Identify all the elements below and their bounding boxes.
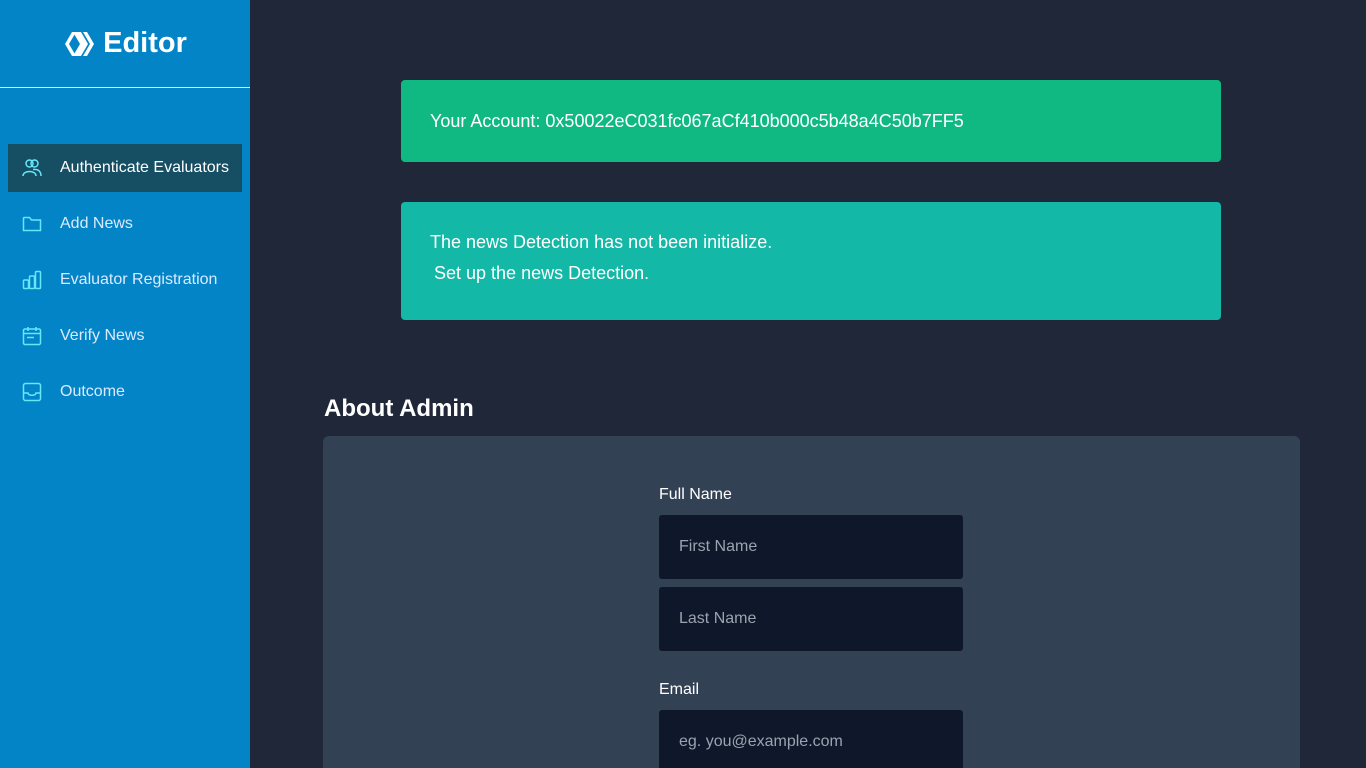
sidebar-item-evaluator-registration[interactable]: Evaluator Registration — [8, 256, 242, 304]
about-admin-title: About Admin — [324, 395, 474, 422]
hive-logo-icon — [63, 30, 95, 58]
full-name-label: Full Name — [659, 486, 732, 503]
initialization-alert: The news Detection has not been initiali… — [401, 202, 1221, 320]
first-name-field[interactable] — [659, 515, 963, 579]
account-address: Your Account: 0x50022eC031fc067aCf410b00… — [430, 110, 964, 131]
brand-title: Editor — [103, 27, 187, 59]
email-field[interactable] — [659, 710, 963, 768]
sidebar-item-label: Outcome — [60, 383, 125, 400]
email-label: Email — [659, 681, 700, 698]
sidebar-item-label: Evaluator Registration — [60, 271, 218, 288]
sidebar-item-label: Verify News — [60, 327, 145, 344]
last-name-field[interactable] — [659, 587, 963, 651]
admin-form: Full Name Email — [659, 486, 963, 768]
inbox-icon — [22, 382, 42, 402]
sidebar: Editor Authenticate Evaluators Add News — [0, 0, 250, 768]
users-icon — [22, 158, 42, 178]
initialization-message: The news Detection has not been initiali… — [430, 232, 773, 252]
sidebar-nav: Authenticate Evaluators Add News Evaluat… — [8, 144, 242, 424]
sidebar-item-label: Authenticate Evaluators — [60, 159, 229, 176]
calendar-icon — [22, 326, 42, 346]
folder-icon — [22, 214, 42, 234]
sidebar-item-authenticate-evaluators[interactable]: Authenticate Evaluators — [8, 144, 242, 192]
bar-chart-icon — [22, 270, 42, 290]
sidebar-item-label: Add News — [60, 215, 133, 232]
account-alert: Your Account: 0x50022eC031fc067aCf410b00… — [401, 80, 1221, 162]
about-admin-card: Full Name Email — [323, 436, 1300, 768]
setup-message: Set up the news Detection. — [434, 263, 650, 283]
brand-header[interactable]: Editor — [0, 0, 250, 88]
sidebar-item-outcome[interactable]: Outcome — [8, 368, 242, 416]
sidebar-item-verify-news[interactable]: Verify News — [8, 312, 242, 360]
sidebar-item-add-news[interactable]: Add News — [8, 200, 242, 248]
